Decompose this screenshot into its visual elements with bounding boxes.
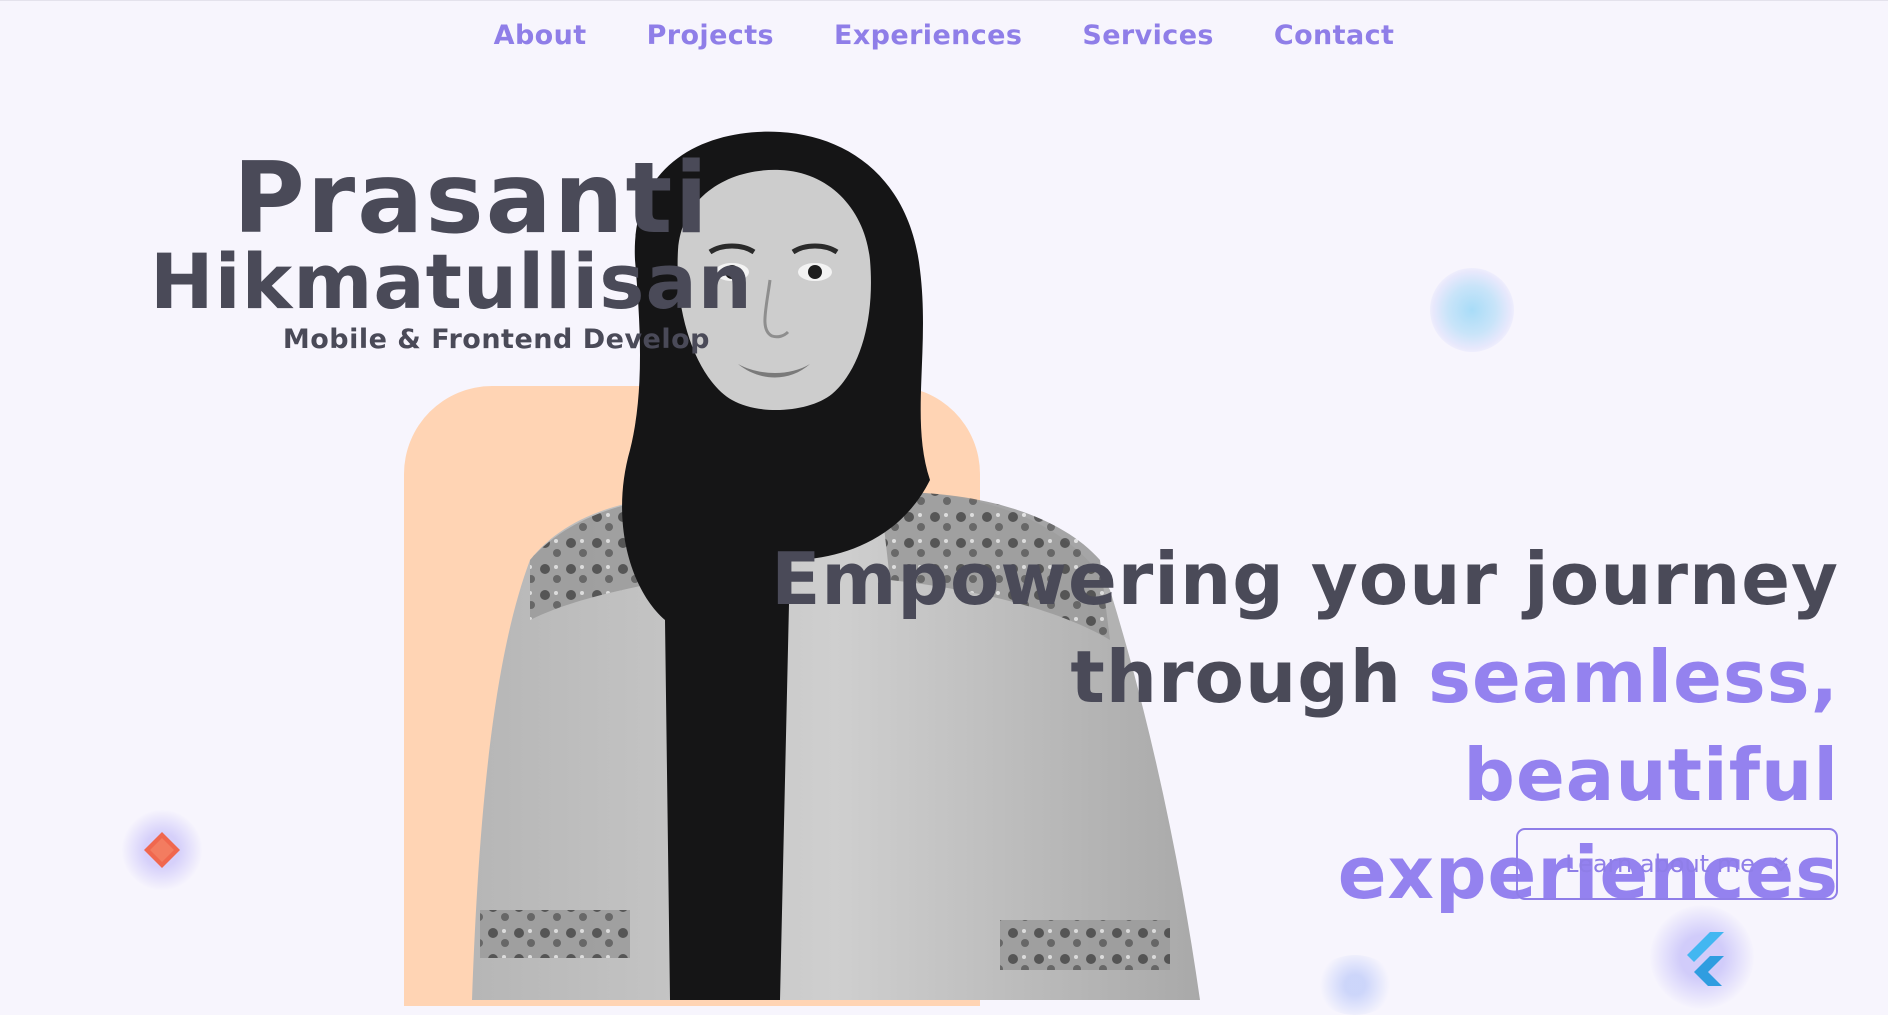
top-divider — [0, 0, 1888, 1]
decorative-orb-small — [1315, 955, 1395, 1015]
job-role: Mobile & Frontend Develop — [282, 324, 710, 355]
flutter-icon — [1687, 932, 1724, 986]
dart-icon — [144, 832, 180, 868]
nav-projects[interactable]: Projects — [647, 20, 774, 51]
chevrons-down-icon — [1774, 857, 1788, 872]
nav-about[interactable]: About — [494, 20, 587, 51]
tagline-line-1: Empowering your journey — [771, 537, 1839, 621]
learn-about-me-button[interactable]: Learn about me — [1516, 828, 1838, 900]
nav-services[interactable]: Services — [1082, 20, 1214, 51]
last-name: Hikmatullisan — [150, 237, 753, 326]
nav-contact[interactable]: Contact — [1274, 20, 1394, 51]
tagline-line-2: through seamless, beautiful — [739, 628, 1839, 824]
name-block: Prasanti Hikmatullisan Mobile & Frontend… — [150, 142, 753, 355]
cta-label: Learn about me — [1565, 850, 1755, 878]
first-name: Prasanti — [233, 142, 710, 256]
tagline-through: through — [1070, 635, 1403, 719]
nav-experiences[interactable]: Experiences — [834, 20, 1022, 51]
decorative-orb — [1430, 268, 1514, 352]
main-nav: About Projects Experiences Services Cont… — [0, 20, 1888, 51]
tagline-accent-1: seamless, beautiful — [1428, 635, 1839, 817]
